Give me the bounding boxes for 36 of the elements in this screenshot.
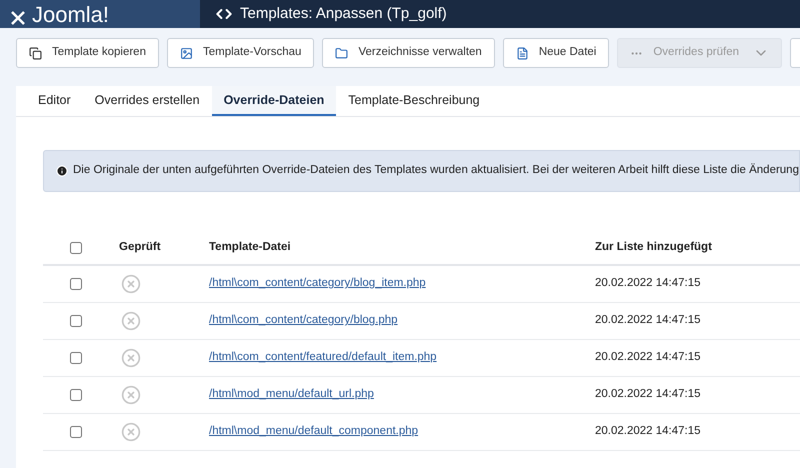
tab[interactable]: Editor	[26, 86, 83, 116]
select-all-checkbox[interactable]	[70, 242, 82, 254]
toolbar-button[interactable]: Template kopieren	[16, 38, 159, 68]
page-title: Templates: Anpassen (Tp_golf)	[240, 4, 447, 24]
date-cell-text: 20.02.2022 14:47:15	[595, 424, 701, 440]
file-icon	[516, 46, 529, 60]
file-link[interactable]: /html\com_content/featured/default_item.php	[209, 351, 437, 364]
logo-text: Joomla!	[32, 2, 110, 28]
row-checkbox[interactable]	[70, 389, 82, 401]
date-cell-text: 20.02.2022 14:47:15	[595, 350, 701, 366]
image-icon	[180, 46, 193, 60]
toolbar-button[interactable]: Verzeichnisse verwalten	[322, 38, 495, 68]
file-link[interactable]: /html\mod_menu/default_url.php	[209, 388, 374, 400]
toolbar-button[interactable]: Template-Vorschau	[166, 38, 314, 68]
file-link[interactable]: /html\com_content/category/blog_item.php	[209, 277, 426, 290]
folder-icon	[335, 46, 348, 60]
row-checkbox[interactable]	[70, 315, 82, 327]
date-cell-text: 20.02.2022 14:47:15	[595, 276, 701, 292]
column-header: Zur Liste hinzugefügt	[595, 240, 712, 256]
copy-icon	[29, 46, 42, 60]
date-cell-text: 20.02.2022 14:47:15	[595, 387, 701, 402]
column-header: Geprüft	[118, 240, 162, 256]
code-icon	[216, 6, 232, 22]
row-checkbox[interactable]	[70, 278, 82, 290]
file-link[interactable]: /html\mod_menu/default_component.php	[209, 425, 418, 438]
row-checkbox[interactable]	[70, 352, 82, 364]
file-link[interactable]: /html\com_content/category/blog.php	[209, 314, 398, 326]
info-icon	[56, 165, 68, 177]
toolbar-button[interactable]: Neue Datei	[502, 38, 610, 68]
date-cell-text: 20.02.2022 14:47:15	[595, 313, 701, 328]
row-checkbox[interactable]	[70, 426, 82, 438]
alert-text: Die Originale der unten aufgeführten Override-Dateien des Templates wurden aktualisiert. Bei der weiteren Arbeit hilft diese Liste die Änderung	[73, 162, 799, 178]
column-header: Template-Datei	[209, 240, 292, 256]
tab[interactable]: Override-Dateien	[212, 86, 336, 116]
tab[interactable]: Overrides erstellen	[82, 86, 212, 116]
tab[interactable]: Template-Beschreibung	[336, 86, 492, 116]
